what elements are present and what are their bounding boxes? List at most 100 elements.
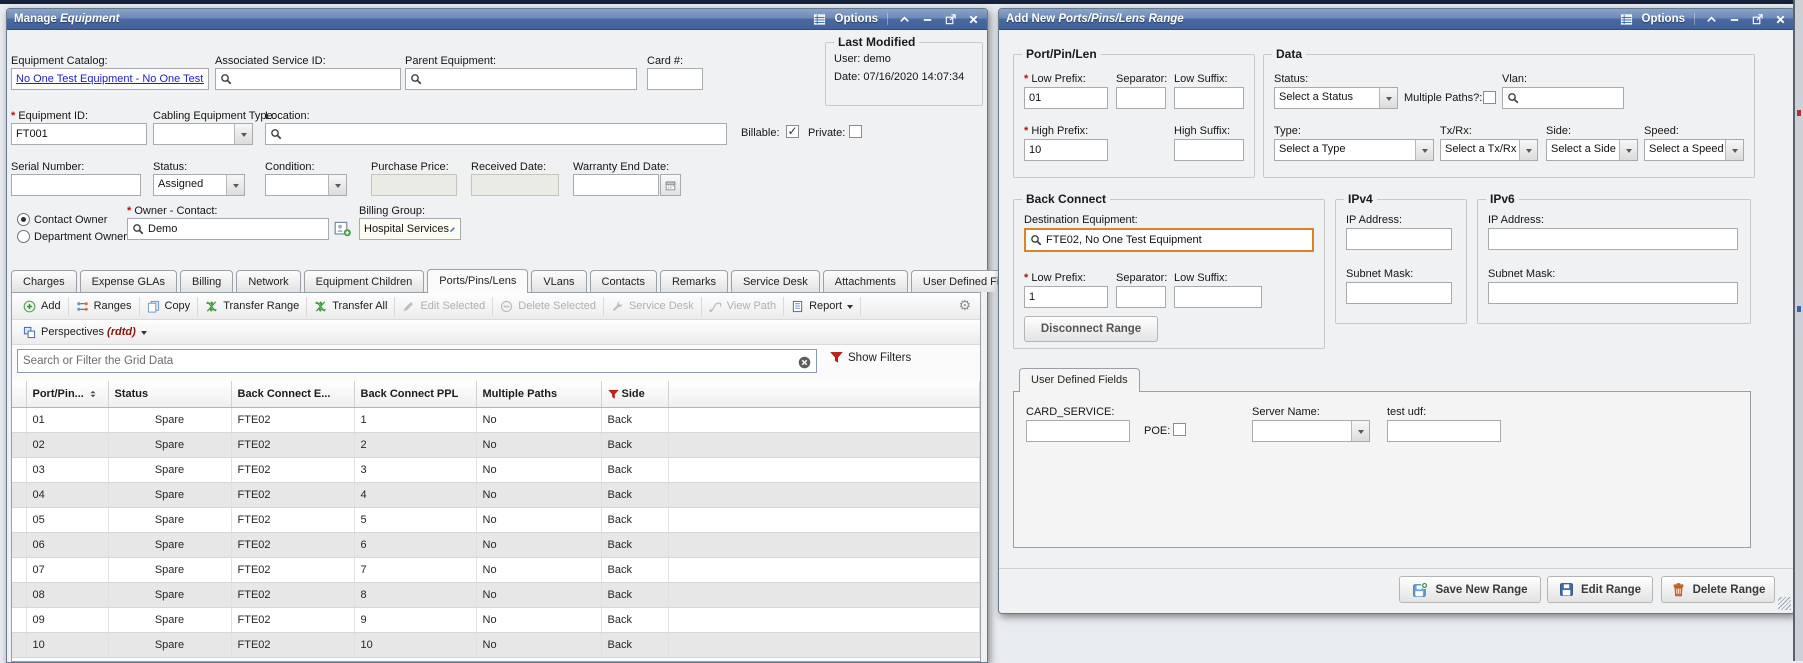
separator-input[interactable]: [1116, 87, 1166, 109]
show-filters-button[interactable]: Show Filters: [830, 351, 911, 364]
close-button[interactable]: [1773, 12, 1787, 26]
equipment-catalog-link[interactable]: No One Test Equipment - No One Test Equ.…: [16, 73, 204, 85]
tab-equipment-children[interactable]: Equipment Children: [304, 270, 425, 292]
vlan-input[interactable]: [1502, 87, 1624, 109]
warranty-end-date-input[interactable]: [573, 174, 659, 196]
tab-ports-pins-lens[interactable]: Ports/Pins/Lens: [427, 269, 528, 293]
parent-equipment-input[interactable]: [405, 68, 637, 90]
tab-vlans[interactable]: VLans: [531, 270, 586, 292]
poe-checkbox[interactable]: [1173, 423, 1186, 436]
manage-equipment-titlebar[interactable]: Manage Equipment Options: [7, 9, 987, 30]
high-suffix-input[interactable]: [1174, 139, 1244, 161]
popout-button[interactable]: [1750, 12, 1764, 26]
dropdown-arrow-icon[interactable]: [1379, 88, 1397, 108]
tab-contacts[interactable]: Contacts: [590, 270, 657, 292]
grid-row-05[interactable]: 05SpareFTE025NoBack: [12, 508, 980, 533]
ipv4-mask-input[interactable]: [1346, 282, 1452, 304]
test-udf-input[interactable]: [1387, 420, 1501, 442]
dropdown-arrow-icon[interactable]: [1415, 140, 1433, 160]
serial-number-input[interactable]: [11, 174, 141, 196]
perspectives-button[interactable]: Perspectives (rdtd): [16, 323, 154, 342]
card-service-input[interactable]: [1026, 420, 1130, 442]
tab-user-defined-fields[interactable]: User Defined Fields: [1019, 368, 1140, 392]
grid-row-07[interactable]: 07SpareFTE027NoBack: [12, 558, 980, 583]
multiple-paths-checkbox[interactable]: [1483, 91, 1496, 104]
ranges-button[interactable]: Ranges: [69, 297, 140, 316]
grid-row-02[interactable]: 02SpareFTE022NoBack: [12, 433, 980, 458]
status-select[interactable]: Assigned: [153, 174, 245, 196]
disconnect-range-button[interactable]: Disconnect Range: [1024, 316, 1158, 342]
add-range-titlebar[interactable]: Add New Ports/Pins/Lens Range Options: [999, 9, 1794, 30]
card-number-input[interactable]: [647, 68, 703, 90]
grid-row-04[interactable]: 04SpareFTE024NoBack: [12, 483, 980, 508]
tab-charges[interactable]: Charges: [11, 270, 77, 292]
tab-billing[interactable]: Billing: [180, 270, 233, 292]
destination-equipment-input[interactable]: FTE02, No One Test Equipment: [1024, 228, 1314, 252]
dropdown-arrow-icon[interactable]: [328, 175, 346, 195]
grid-row-10[interactable]: 10SpareFTE0210NoBack: [12, 633, 980, 658]
dropdown-arrow-icon[interactable]: [1519, 140, 1537, 160]
bc-low-prefix-input[interactable]: 1: [1024, 286, 1108, 308]
clear-search-button[interactable]: [798, 354, 812, 368]
collapse-button[interactable]: [897, 12, 911, 26]
department-owner-radio[interactable]: [17, 230, 30, 243]
cabling-type-select[interactable]: [153, 123, 253, 145]
billable-checkbox[interactable]: [786, 125, 799, 138]
grid-settings-button[interactable]: ⚙: [958, 298, 971, 312]
options-menu[interactable]: Options: [1642, 13, 1685, 25]
delete-range-button[interactable]: Delete Range: [1661, 576, 1775, 603]
date-picker-button[interactable]: [660, 174, 681, 196]
save-new-range-button[interactable]: Save New Range: [1399, 576, 1541, 603]
options-menu[interactable]: Options: [835, 13, 878, 25]
contact-owner-radio[interactable]: [17, 213, 30, 226]
low-prefix-input[interactable]: 01: [1024, 87, 1108, 109]
tab-attachments[interactable]: Attachments: [823, 270, 908, 292]
tab-remarks[interactable]: Remarks: [660, 270, 728, 292]
transfer-range-button[interactable]: Transfer Range: [198, 297, 307, 316]
dropdown-arrow-icon[interactable]: [1351, 421, 1369, 441]
high-prefix-input[interactable]: 10: [1024, 139, 1108, 161]
grid-row-01[interactable]: 01SpareFTE021NoBack: [12, 408, 980, 433]
popout-button[interactable]: [943, 12, 957, 26]
side-select[interactable]: Select a Side: [1546, 139, 1638, 161]
column-header-back-connect-e[interactable]: Back Connect E...: [231, 381, 354, 408]
column-header-port-pin[interactable]: Port/Pin...: [26, 381, 108, 408]
equipment-id-input[interactable]: FT001: [11, 123, 147, 145]
dropdown-arrow-icon[interactable]: [226, 175, 244, 195]
edit-range-button[interactable]: Edit Range: [1547, 576, 1653, 603]
dropdown-arrow-icon[interactable]: [234, 124, 252, 144]
ipv6-mask-input[interactable]: [1488, 282, 1738, 304]
minimize-button[interactable]: [1727, 12, 1741, 26]
tab-network[interactable]: Network: [236, 270, 300, 292]
condition-select[interactable]: [265, 174, 347, 196]
grid-row-03[interactable]: 03SpareFTE023NoBack: [12, 458, 980, 483]
txrx-select[interactable]: Select a Tx/Rx: [1440, 139, 1538, 161]
edit-pencil-icon[interactable]: [449, 223, 456, 236]
column-header-multiple-paths[interactable]: Multiple Paths: [476, 381, 601, 408]
ipv6-address-input[interactable]: [1488, 228, 1738, 250]
dropdown-arrow-icon[interactable]: [1725, 140, 1743, 160]
dropdown-arrow-icon[interactable]: [1619, 140, 1637, 160]
owner-contact-input[interactable]: Demo: [127, 218, 329, 240]
status-select[interactable]: Select a Status: [1274, 87, 1398, 109]
minimize-button[interactable]: [920, 12, 934, 26]
grid-row-08[interactable]: 08SpareFTE028NoBack: [12, 583, 980, 608]
speed-select[interactable]: Select a Speed: [1644, 139, 1744, 161]
resize-grip[interactable]: [1778, 597, 1791, 610]
associated-service-id-input[interactable]: [215, 68, 401, 90]
column-header-status[interactable]: Status: [108, 381, 231, 408]
location-input[interactable]: [265, 123, 727, 145]
low-suffix-input[interactable]: [1174, 87, 1244, 109]
tab-service-desk[interactable]: Service Desk: [731, 270, 820, 292]
column-header-back-connect-ppl[interactable]: Back Connect PPL: [354, 381, 476, 408]
bc-low-suffix-input[interactable]: [1174, 286, 1262, 308]
column-header-side[interactable]: Side: [601, 381, 668, 408]
grid-row-06[interactable]: 06SpareFTE026NoBack: [12, 533, 980, 558]
close-button[interactable]: [966, 12, 980, 26]
type-select[interactable]: Select a Type: [1274, 139, 1434, 161]
add-button[interactable]: Add: [16, 297, 69, 316]
ipv4-address-input[interactable]: [1346, 228, 1452, 250]
server-name-select[interactable]: [1252, 420, 1370, 442]
grid-row-09[interactable]: 09SpareFTE029NoBack: [12, 608, 980, 633]
add-contact-button[interactable]: [334, 220, 351, 242]
